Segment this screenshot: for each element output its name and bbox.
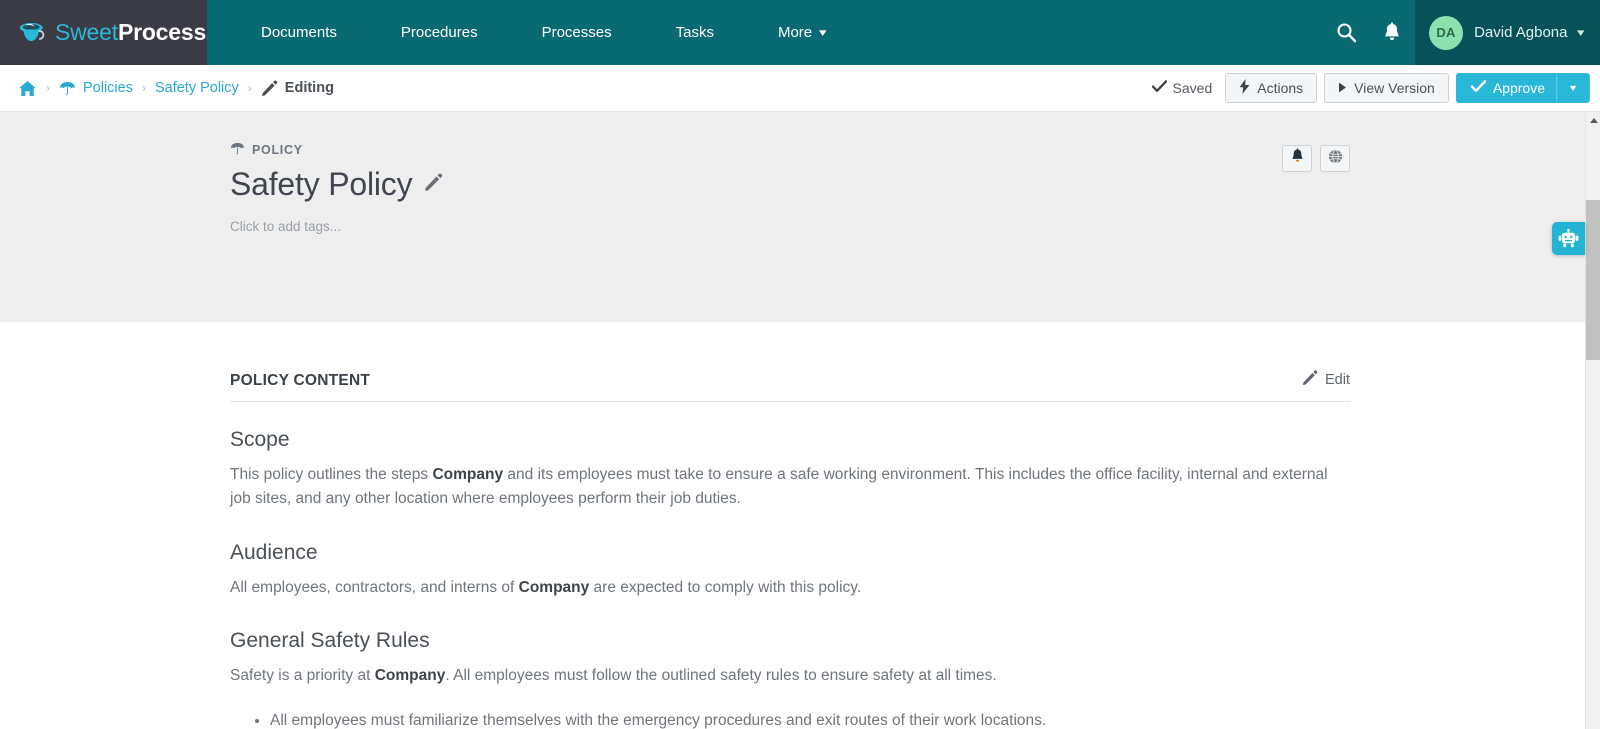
breadcrumb-item-safety-policy[interactable]: Safety Policy — [155, 80, 239, 96]
user-name: David Agbona — [1474, 24, 1568, 41]
list-item: All employees must familiarize themselve… — [270, 709, 1350, 729]
breadcrumb-toolbar: › Policies › Safety Policy › Editing Sav… — [0, 65, 1600, 112]
policy-bullet-list: All employees must familiarize themselve… — [230, 709, 1350, 729]
visibility-button[interactable] — [1320, 145, 1350, 172]
approve-button-label: Approve — [1492, 80, 1545, 96]
brand-logo[interactable]: SweetProcess — [0, 0, 207, 65]
text-run: This policy outlines the steps — [230, 466, 433, 483]
brand-wordmark: SweetProcess — [55, 19, 206, 46]
nav-item-processes[interactable]: Processes — [510, 0, 644, 65]
policy-paragraph: This policy outlines the steps Company a… — [230, 463, 1350, 512]
pencil-icon — [261, 79, 278, 97]
check-icon — [1151, 80, 1167, 96]
document-header: POLICY Safety Policy Click to add tags..… — [0, 112, 1600, 322]
nav-item-label: Documents — [261, 24, 337, 41]
policy-paragraph: All employees, contractors, and interns … — [230, 576, 1350, 600]
policy-body: Scope This policy outlines the steps Comp… — [230, 402, 1350, 729]
policy-section-heading: General Safety Rules — [230, 628, 430, 652]
avatar: DA — [1429, 15, 1464, 50]
scrollbar-track[interactable] — [1586, 128, 1600, 713]
brand-name-part1: Sweet — [55, 19, 118, 45]
vertical-scrollbar[interactable] — [1585, 112, 1600, 729]
chevron-down-icon: ▾ — [1577, 27, 1585, 39]
text-run: are expected to comply with this policy. — [589, 578, 862, 596]
nav-item-tasks[interactable]: Tasks — [644, 0, 746, 65]
subscribe-button[interactable] — [1282, 145, 1312, 172]
page-title: Safety Policy — [230, 166, 1350, 203]
scrollbar-thumb[interactable] — [1586, 200, 1600, 360]
document-toolbar: Saved Actions View Version Approve ▾ — [1151, 73, 1590, 103]
nav-item-label: Processes — [541, 24, 612, 41]
top-navigation-bar: SweetProcess Documents Procedures Proces… — [0, 0, 1600, 65]
bell-icon[interactable] — [1369, 0, 1415, 65]
chevron-down-icon: ▾ — [1569, 82, 1577, 94]
content-area: POLICY CONTENT Edit Scope This policy out… — [0, 322, 1600, 729]
page-body: POLICY Safety Policy Click to add tags..… — [0, 112, 1600, 729]
brand-name-part2: Process — [117, 19, 207, 45]
text-run: . All employees must follow the outlined… — [445, 666, 997, 684]
status-badge-saved: Saved — [1151, 80, 1213, 96]
edit-label: Edit — [1325, 372, 1350, 388]
breadcrumb-separator: › — [141, 81, 146, 95]
status-label: Saved — [1172, 80, 1213, 96]
actions-button-label: Actions — [1257, 80, 1304, 96]
document-title-text: Safety Policy — [230, 166, 413, 202]
user-menu[interactable]: DA David Agbona ▾ — [1415, 0, 1600, 65]
breadcrumb-separator: › — [46, 81, 50, 95]
nav-item-documents[interactable]: Documents — [229, 0, 369, 65]
nav-items: Documents Procedures Processes Tasks Mor… — [207, 0, 1323, 65]
document-type-kicker: POLICY — [230, 142, 1350, 158]
breadcrumb-item-label: Safety Policy — [154, 80, 239, 96]
umbrella-icon — [59, 81, 76, 96]
home-icon — [18, 80, 37, 97]
breadcrumb-item-label: Policies — [83, 80, 133, 96]
bold-text-run: Company — [518, 578, 590, 596]
play-triangle-icon — [1338, 80, 1347, 96]
policy-content-section-header: POLICY CONTENT Edit — [230, 370, 1350, 402]
approve-button[interactable]: Approve — [1455, 73, 1560, 103]
bold-text-run: Company — [374, 666, 446, 684]
actions-button[interactable]: Actions — [1225, 73, 1318, 103]
tags-input-placeholder[interactable]: Click to add tags... — [230, 219, 1350, 234]
policy-section-heading: Scope — [230, 428, 290, 451]
text-run: All employees must familiarize themselve… — [270, 712, 1047, 729]
nav-item-more[interactable]: More ▾ — [746, 0, 858, 65]
caret-up-icon[interactable] — [1586, 112, 1600, 128]
approve-dropdown-toggle[interactable]: ▾ — [1556, 73, 1590, 103]
pencil-icon — [1302, 370, 1318, 390]
pencil-icon[interactable] — [424, 172, 443, 197]
bolt-icon — [1239, 79, 1250, 97]
text-run: All employees, contractors, and interns … — [230, 578, 519, 596]
nav-right-group: DA David Agbona ▾ — [1323, 0, 1600, 65]
nav-item-label: More — [777, 24, 813, 41]
nav-item-procedures[interactable]: Procedures — [369, 0, 510, 65]
check-icon — [1470, 80, 1487, 96]
section-title: POLICY CONTENT — [230, 372, 371, 389]
policy-section-heading: Audience — [230, 540, 318, 564]
breadcrumb-item-policies[interactable]: Policies — [59, 80, 133, 96]
chevron-down-icon: ▾ — [819, 27, 827, 39]
nav-item-label: Procedures — [400, 24, 478, 41]
document-header-buttons — [1282, 145, 1350, 172]
coffee-cup-icon — [18, 20, 48, 46]
breadcrumb-item-label: Editing — [284, 80, 334, 96]
text-run: Safety is a priority at — [230, 666, 375, 684]
breadcrumb-separator: › — [247, 81, 252, 95]
breadcrumb-home[interactable] — [18, 80, 37, 97]
globe-icon — [1328, 148, 1343, 169]
policy-paragraph: Safety is a priority at Company. All emp… — [230, 664, 1350, 688]
robot-icon[interactable] — [1552, 222, 1585, 255]
bold-text-run: Company — [432, 466, 504, 483]
umbrella-icon — [230, 142, 245, 158]
breadcrumb: › Policies › Safety Policy › Editing — [18, 79, 1152, 97]
nav-item-label: Tasks — [675, 24, 714, 41]
breadcrumb-item-editing: Editing — [261, 79, 334, 97]
edit-content-button[interactable]: Edit — [1302, 370, 1350, 390]
search-icon[interactable] — [1323, 0, 1369, 65]
view-version-button-label: View Version — [1354, 80, 1435, 96]
kicker-label: POLICY — [252, 143, 303, 157]
view-version-button[interactable]: View Version — [1324, 73, 1449, 103]
bell-icon — [1290, 148, 1305, 169]
